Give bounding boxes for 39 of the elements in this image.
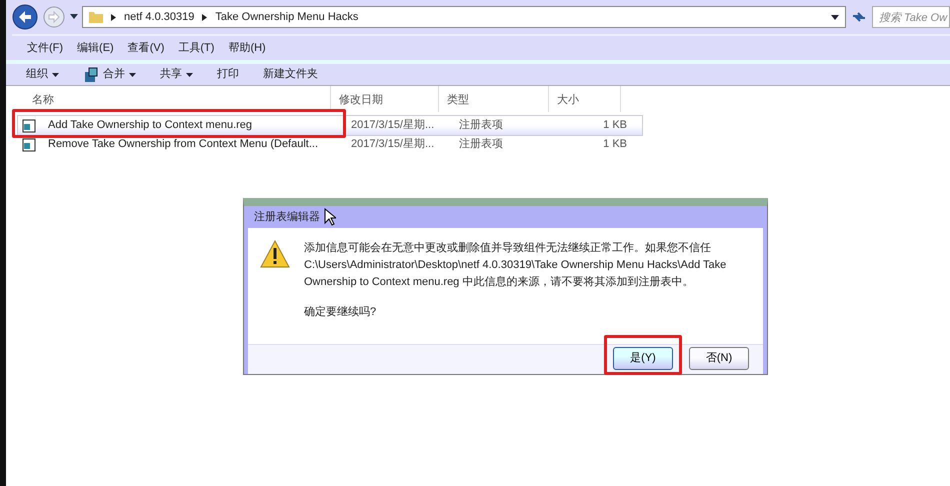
registry-file-icon	[22, 138, 36, 152]
menu-item[interactable]: 查看(V)	[120, 36, 172, 56]
file-row[interactable]: Remove Take Ownership from Context Menu (Default... 2017/3/15/星期... 注册表项 1 KB	[18, 135, 950, 154]
menu-item[interactable]: 帮助(H)	[221, 36, 273, 56]
column-header[interactable]: 大小	[549, 86, 621, 112]
column-header[interactable]: 类型	[439, 86, 549, 112]
menu-item[interactable]: 文件(F)	[20, 36, 70, 56]
menu-item[interactable]: 工具(T)	[171, 36, 222, 56]
toolbar-button[interactable]: 新建文件夹	[263, 66, 318, 83]
toolbar-button[interactable]: 共享	[160, 66, 193, 83]
dialog-button[interactable]: 是(Y)	[613, 347, 673, 370]
address-bar[interactable]: netf 4.0.30319 Take Ownership Menu Hacks	[82, 6, 846, 28]
caret-icon	[186, 72, 193, 76]
toolbar-button[interactable]: 组织	[26, 66, 59, 83]
column-header[interactable]: 修改日期	[331, 86, 439, 112]
caret-icon	[52, 72, 59, 76]
dialog-message: 添加信息可能会在无意中更改或删除值并导致组件无法继续正常工作。如果您不信任 C:\Users\Administrator\Desktop\netf 4.0.30319\Take Ownership Menu Hacks\Add Take Ownership to Context menu.reg 中此信息的来源，请不要将其添加到注册表中。	[304, 240, 728, 290]
file-row[interactable]: Add Take Ownership to Context menu.reg 2017/3/15/星期... 注册表项 1 KB	[18, 116, 642, 135]
folder-icon	[89, 11, 103, 23]
column-header[interactable]: 名称	[6, 86, 331, 112]
back-icon[interactable]	[12, 4, 38, 30]
toolbar-button[interactable]: 打印	[217, 66, 239, 83]
breadcrumb-segment[interactable]: netf 4.0.30319	[124, 8, 194, 26]
mouse-cursor-icon	[324, 208, 336, 226]
chevron-icon[interactable]	[111, 14, 116, 20]
caret-icon	[129, 72, 136, 76]
registry-file-icon	[22, 118, 36, 132]
chevron-icon[interactable]	[202, 14, 208, 20]
confirm-question: 确定要继续吗?	[304, 304, 378, 320]
breadcrumb-segment[interactable]: Take Ownership Menu Hacks	[215, 8, 358, 26]
dialog-button[interactable]: 否(N)	[689, 347, 749, 370]
dialog-title: 注册表编辑器	[254, 210, 320, 225]
menu-item[interactable]: 编辑(E)	[70, 36, 121, 56]
warning-icon	[260, 240, 290, 268]
search-field[interactable]: 搜索 Take Ow	[872, 6, 950, 28]
merge-icon	[83, 66, 99, 82]
history-dropdown-icon[interactable]	[70, 14, 78, 20]
address-dropdown-icon[interactable]	[831, 14, 839, 20]
toolbar-button[interactable]: 合并	[83, 66, 136, 83]
